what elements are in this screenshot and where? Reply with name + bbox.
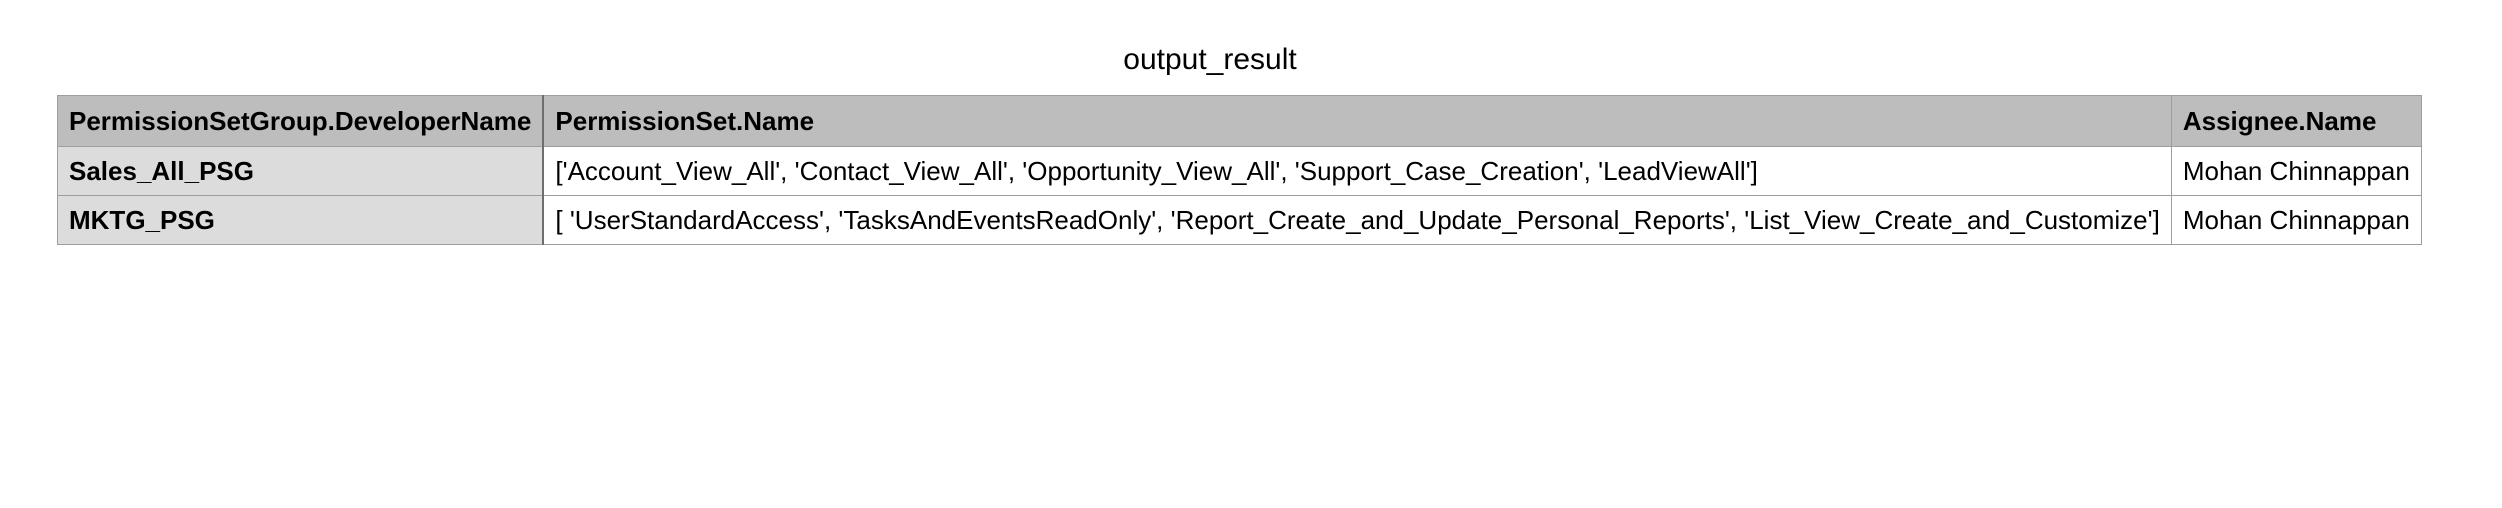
- output-result-table: PermissionSetGroup.DeveloperName Permiss…: [57, 95, 2422, 245]
- row-header-group: Sales_All_PSG: [57, 146, 545, 196]
- column-header-permission-set-name: PermissionSet.Name: [542, 95, 2172, 147]
- table-row: Sales_All_PSG ['Account_View_All', 'Cont…: [57, 146, 2422, 196]
- table-row: MKTG_PSG [ 'UserStandardAccess', 'TasksA…: [57, 195, 2422, 245]
- table-header: PermissionSetGroup.DeveloperName Permiss…: [57, 95, 2422, 147]
- header-row: PermissionSetGroup.DeveloperName Permiss…: [57, 95, 2422, 147]
- row-header-group: MKTG_PSG: [57, 195, 545, 245]
- column-header-assignee-name: Assignee.Name: [2170, 95, 2422, 147]
- cell-assignee: Mohan Chinnappan: [2170, 146, 2422, 196]
- table-body: Sales_All_PSG ['Account_View_All', 'Cont…: [57, 146, 2422, 245]
- cell-permission-sets: ['Account_View_All', 'Contact_View_All',…: [542, 146, 2172, 196]
- cell-assignee: Mohan Chinnappan: [2170, 195, 2422, 245]
- cell-permission-sets: [ 'UserStandardAccess', 'TasksAndEventsR…: [542, 195, 2172, 245]
- page-title: output_result: [1123, 43, 1297, 76]
- column-header-group-developer-name: PermissionSetGroup.DeveloperName: [57, 95, 545, 147]
